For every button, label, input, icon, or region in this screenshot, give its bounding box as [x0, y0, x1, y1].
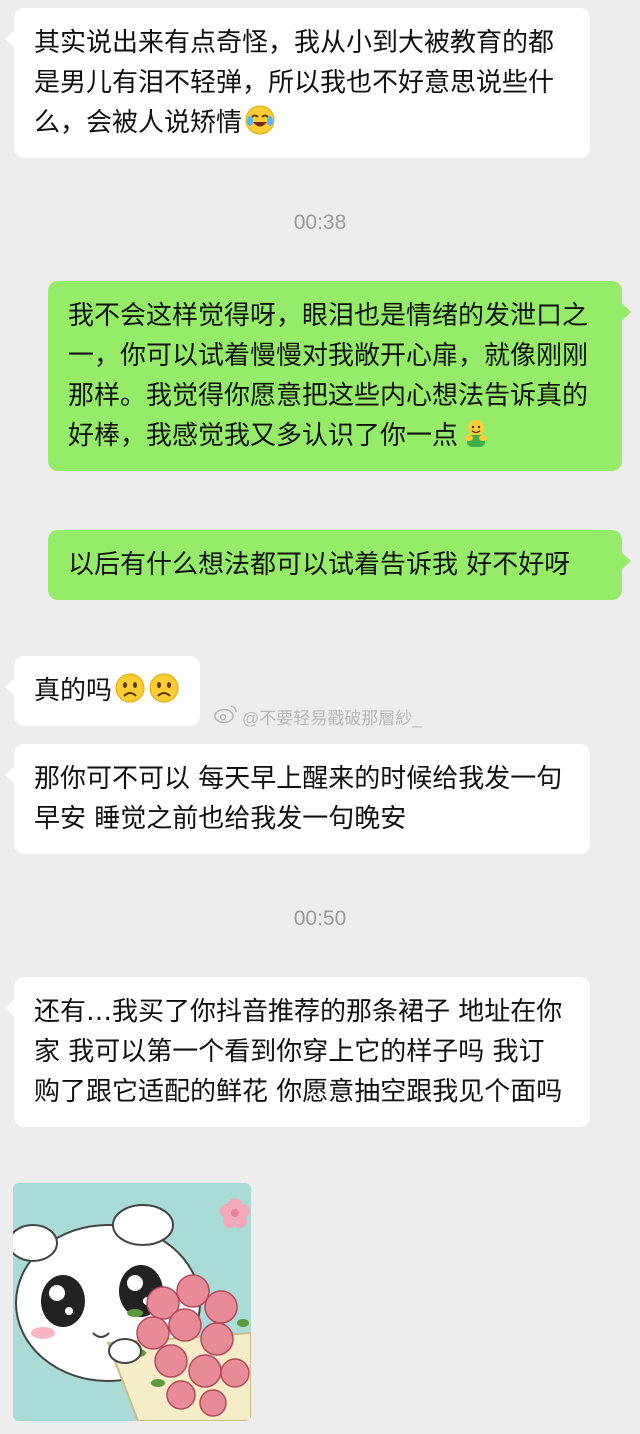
message-bubble-received[interactable]: 其实说出来有点奇怪，我从小到大被教育的都是男儿有泪不轻弹，所以我也不好意思说些什…	[5, 8, 590, 158]
timestamp: 00:38	[293, 211, 347, 234]
message-bubble-received[interactable]: 那你可不可以 每天早上醒来的时候给我发一句早安 睡觉之前也给我发一句晚安	[5, 744, 590, 854]
weibo-icon	[214, 704, 238, 729]
message-bubble-sent[interactable]: 以后有什么想法都可以试着告诉我 好不好呀	[48, 530, 631, 600]
timestamp: 00:50	[293, 907, 347, 930]
message-text: 其实说出来有点奇怪，我从小到大被教育的都是男儿有泪不轻弹，所以我也不好意思说些什…	[34, 28, 555, 138]
watermark-text: @不要轻易戳破那層紗_	[242, 709, 422, 728]
message-text: 以后有什么想法都可以试着告诉我 好不好呀	[68, 550, 571, 580]
laughing-crying-emoji-icon	[244, 104, 276, 136]
message-bubble-received[interactable]: 真的吗	[4, 656, 201, 726]
message-bubble-received[interactable]: 还有…我买了你抖音推荐的那条裙子 地址在你家 我可以第一个看到你穿上它的样子吗 …	[5, 977, 590, 1127]
message-bubble-sent[interactable]: 我不会这样觉得呀，眼泪也是情绪的发泄口之一，你可以试着慢慢对我敞开心扉，就像刚刚…	[48, 281, 631, 471]
message-text: 还有…我买了你抖音推荐的那条裙子 地址在你家 我可以第一个看到你穿上它的样子吗 …	[34, 997, 563, 1107]
hug-emoji-icon	[460, 417, 492, 449]
sad-face-emoji-icon	[148, 672, 180, 704]
sad-face-emoji-icon	[114, 672, 146, 704]
message-text: 那你可不可以 每天早上醒来的时候给我发一句早安 睡觉之前也给我发一句晚安	[34, 764, 563, 834]
message-text: 真的吗	[34, 676, 113, 706]
message-text: 我不会这样觉得呀，眼泪也是情绪的发泄口之一，你可以试着慢慢对我敞开心扉，就像刚刚…	[68, 301, 589, 451]
weibo-watermark: @不要轻易戳破那層紗_	[214, 704, 422, 729]
puppy-holding-roses-sticker[interactable]	[13, 1183, 251, 1421]
